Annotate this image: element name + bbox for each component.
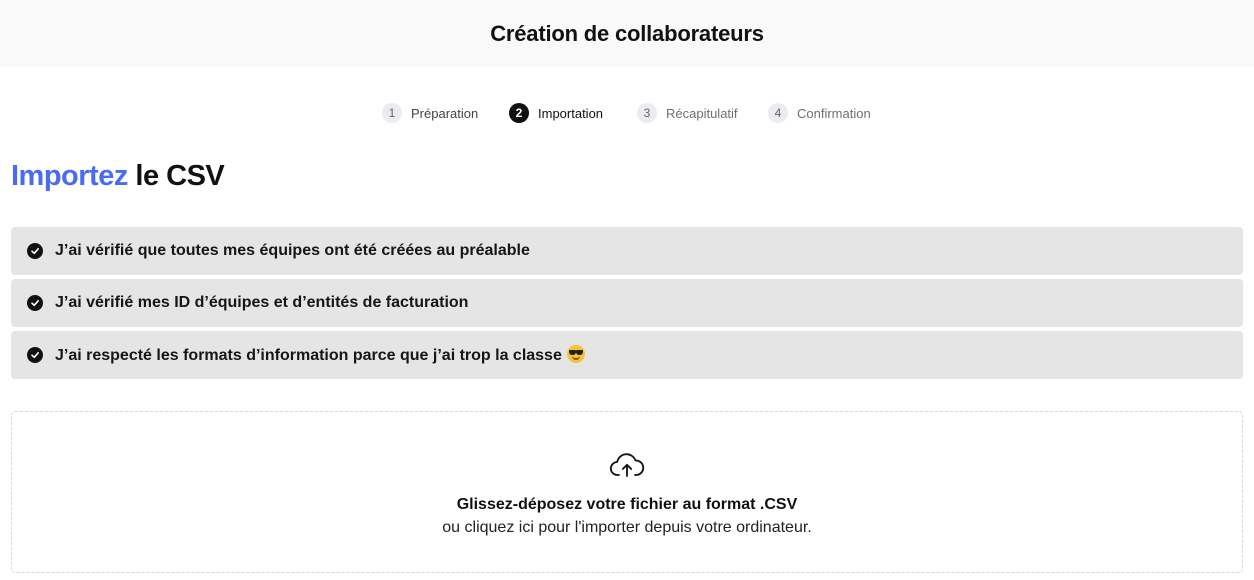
title-accent: Importez (11, 160, 128, 192)
step-label: Confirmation (797, 105, 871, 121)
checklist-item-teams-created[interactable]: J’ai vérifié que toutes mes équipes ont … (11, 227, 1243, 275)
checklist-item-ids-verified[interactable]: J’ai vérifié mes ID d’équipes et d’entit… (11, 279, 1243, 327)
step-confirmation[interactable]: 4 Confirmation (768, 102, 871, 124)
step-label: Préparation (411, 105, 479, 121)
step-number: 3 (637, 103, 657, 123)
check-circle-icon (27, 243, 43, 259)
check-circle-icon (27, 347, 43, 363)
dropzone-main-text: Glissez-déposez votre fichier au format … (456, 496, 798, 513)
page-header: Création de collaborateurs (0, 0, 1254, 67)
checklist-label-text: J’ai respecté les formats d’information … (55, 347, 562, 364)
step-preparation[interactable]: 1 Préparation (382, 102, 478, 124)
section-title: Importez le CSV (11, 160, 225, 193)
step-number: 4 (768, 103, 788, 123)
checklist-item-formats-respected[interactable]: J’ai respecté les formats d’information … (11, 331, 1243, 379)
checklist-label: J’ai respecté les formats d’information … (55, 345, 585, 365)
dropzone-sub-text: ou cliquez ici pour l'importer depuis vo… (442, 519, 812, 536)
check-circle-icon (27, 295, 43, 311)
step-importation[interactable]: 2 Importation (509, 102, 603, 124)
cloud-upload-icon (609, 453, 645, 477)
step-recapitulatif[interactable]: 3 Récapitulatif (637, 102, 738, 124)
step-label: Importation (538, 105, 604, 121)
step-number: 1 (382, 103, 402, 123)
csv-dropzone[interactable]: Glissez-déposez votre fichier au format … (11, 411, 1243, 573)
stepper: 1 Préparation 2 Importation 3 Récapitula… (0, 102, 1254, 124)
step-number: 2 (509, 103, 529, 123)
sunglasses-emoji-icon (566, 345, 585, 363)
step-label: Récapitulatif (666, 105, 738, 121)
checklist-label: J’ai vérifié que toutes mes équipes ont … (55, 242, 530, 259)
title-rest: le CSV (135, 160, 225, 192)
checklist-label: J’ai vérifié mes ID d’équipes et d’entit… (55, 294, 469, 311)
page-title: Création de collaborateurs (490, 20, 764, 46)
